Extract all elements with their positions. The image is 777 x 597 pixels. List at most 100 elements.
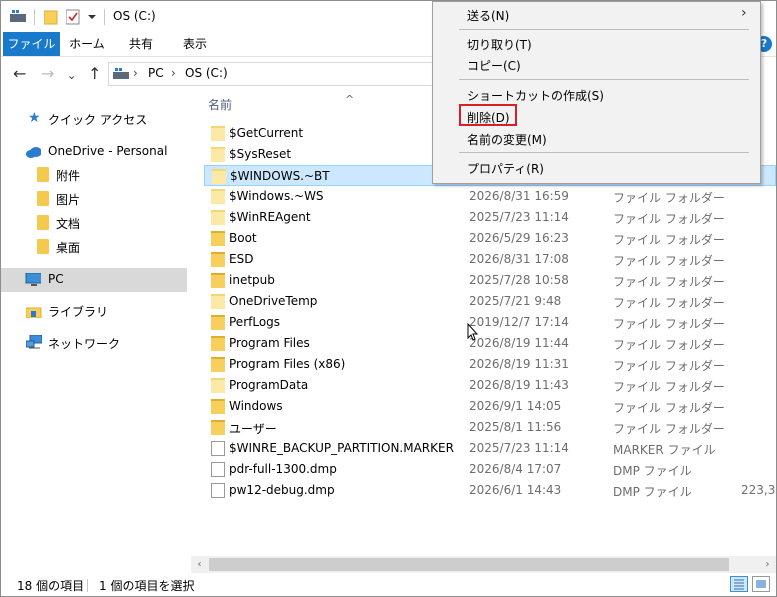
folder-icon: [211, 336, 225, 351]
sidebar-item-quick-access[interactable]: ★ クイック アクセス: [1, 107, 187, 131]
sidebar-item-pc[interactable]: PC: [1, 268, 187, 292]
table-row[interactable]: inetpub 2025/7/28 10:58 ファイル フォルダー: [204, 270, 776, 291]
breadcrumb-pc[interactable]: PC: [148, 66, 164, 80]
breadcrumb-drive[interactable]: OS (C:): [185, 66, 228, 80]
folder-icon: [37, 239, 49, 254]
menu-item-cut[interactable]: 切り取り(T): [433, 32, 760, 54]
folder-icon: [211, 273, 225, 288]
title-separator: [104, 9, 105, 25]
file-name: $WINDOWS.~BT: [230, 169, 330, 183]
table-row[interactable]: $WINRE_BACKUP_PARTITION.MARKER 2025/7/23 …: [204, 438, 776, 459]
tab-home[interactable]: ホーム: [65, 32, 109, 56]
folder-icon: [37, 167, 49, 182]
table-row[interactable]: $WinREAgent 2025/7/23 11:14 ファイル フォルダー: [204, 207, 776, 228]
file-name: $WINRE_BACKUP_PARTITION.MARKER: [229, 441, 454, 455]
back-icon[interactable]: ←: [13, 64, 26, 84]
file-name: OneDriveTemp: [229, 294, 318, 308]
sidebar-item-label: 桌面: [56, 241, 81, 255]
forward-icon[interactable]: →: [41, 64, 54, 84]
horizontal-scrollbar[interactable]: ‹ ›: [191, 556, 776, 573]
chevron-right-icon[interactable]: ›: [133, 66, 138, 80]
file-icon: [211, 483, 225, 498]
file-icon: [211, 441, 225, 456]
chevron-right-icon[interactable]: ›: [171, 66, 176, 80]
folder-icon[interactable]: [44, 9, 58, 25]
folder-icon: [211, 315, 225, 330]
file-date: 2026/8/19 11:31: [469, 357, 569, 371]
properties-icon[interactable]: [66, 9, 80, 25]
table-row[interactable]: Boot 2026/5/29 16:23 ファイル フォルダー: [204, 228, 776, 249]
table-row[interactable]: $Windows.~WS 2026/8/31 16:59 ファイル フォルダー: [204, 186, 776, 207]
tab-share[interactable]: 共有: [119, 32, 163, 56]
scrollbar-thumb[interactable]: [209, 558, 729, 571]
tab-file[interactable]: ファイル: [3, 32, 60, 56]
details-view-icon[interactable]: [730, 576, 748, 592]
file-name: Boot: [229, 231, 257, 245]
file-date: 2026/8/31 17:08: [469, 252, 569, 266]
sidebar-item-documents[interactable]: 文档: [1, 211, 187, 235]
file-name: PerfLogs: [229, 315, 281, 329]
table-row[interactable]: pdr-full-1300.dmp 2026/8/4 17:07 DMP ファイル: [204, 459, 776, 480]
file-date: 2026/8/31 16:59: [469, 189, 569, 203]
column-header-label: 名前: [208, 98, 233, 112]
sidebar-item-label: クイック アクセス: [48, 113, 148, 127]
sidebar-item-onedrive[interactable]: OneDrive - Personal: [1, 140, 187, 164]
sort-ascending-icon: ^: [345, 93, 355, 106]
library-icon: [26, 307, 42, 318]
tab-view[interactable]: 表示: [173, 32, 217, 56]
sidebar-item-label: OneDrive - Personal: [48, 144, 168, 158]
up-icon[interactable]: ↑: [88, 64, 101, 84]
menu-item-properties[interactable]: プロパティ(R): [433, 156, 760, 178]
table-row[interactable]: ユーザー 2025/8/1 11:56 ファイル フォルダー: [204, 417, 776, 438]
file-name: $Windows.~WS: [229, 189, 324, 203]
menu-item-rename[interactable]: 名前の変更(M): [433, 127, 760, 149]
sidebar-item-desktop[interactable]: 桌面: [1, 235, 187, 259]
sidebar-item-label: ネットワーク: [48, 337, 121, 351]
file-type: ファイル フォルダー: [613, 359, 725, 373]
table-row[interactable]: PerfLogs 2019/12/7 17:14 ファイル フォルダー: [204, 312, 776, 333]
file-type: MARKER ファイル: [613, 443, 716, 457]
table-row[interactable]: ESD 2026/8/31 17:08 ファイル フォルダー: [204, 249, 776, 270]
file-type: ファイル フォルダー: [613, 191, 725, 205]
file-type: ファイル フォルダー: [613, 233, 725, 247]
file-date: 2026/9/1 14:05: [469, 399, 562, 413]
folder-icon: [211, 210, 225, 225]
menu-item-label: コピー(C): [467, 59, 521, 73]
table-row[interactable]: pw12-debug.dmp 2026/6/1 14:43 DMP ファイル 223,…: [204, 480, 776, 501]
large-icons-view-icon[interactable]: [752, 576, 770, 592]
file-type: ファイル フォルダー: [613, 254, 725, 268]
sidebar-item-label: PC: [48, 272, 64, 286]
table-row[interactable]: Windows 2026/9/1 14:05 ファイル フォルダー: [204, 396, 776, 417]
recent-locations-icon[interactable]: ⌄: [67, 66, 76, 86]
menu-item-copy[interactable]: コピー(C): [433, 53, 760, 75]
drive-icon: [113, 68, 129, 79]
folder-icon: [211, 420, 225, 435]
network-icon: [26, 335, 42, 349]
sidebar-item-pictures[interactable]: 图片: [1, 187, 187, 211]
table-row[interactable]: ProgramData 2026/8/19 11:43 ファイル フォルダー: [204, 375, 776, 396]
file-date: 2026/8/4 17:07: [469, 462, 562, 476]
file-date: 2026/5/29 16:23: [469, 231, 569, 245]
table-row[interactable]: Program Files 2026/8/19 11:44 ファイル フォルダー: [204, 333, 776, 354]
address-bar[interactable]: › PC › OS (C:): [108, 62, 440, 86]
sidebar-item-network[interactable]: ネットワーク: [1, 331, 187, 355]
menu-item-create-shortcut[interactable]: ショートカットの作成(S): [433, 83, 760, 105]
file-name: ProgramData: [229, 378, 309, 392]
table-row[interactable]: Program Files (x86) 2026/8/19 11:31 ファイル フ…: [204, 354, 776, 375]
file-name: ユーザー: [229, 422, 277, 436]
scroll-right-icon[interactable]: ›: [759, 556, 776, 573]
file-type: ファイル フォルダー: [613, 296, 725, 310]
file-date: 2025/8/1 11:56: [469, 420, 562, 434]
file-type: ファイル フォルダー: [613, 317, 725, 331]
file-type: DMP ファイル: [613, 485, 692, 499]
chevron-right-icon: ›: [741, 5, 747, 21]
status-separator: [87, 579, 88, 592]
menu-item-send-to[interactable]: 送る(N) ›: [433, 3, 760, 25]
sidebar-item-libraries[interactable]: ライブラリ: [1, 299, 187, 323]
sidebar-item-attachments[interactable]: 附件: [1, 163, 187, 187]
menu-item-label: 送る(N): [467, 9, 510, 23]
chevron-down-icon[interactable]: [87, 12, 97, 22]
table-row[interactable]: OneDriveTemp 2025/7/21 9:48 ファイル フォルダー: [204, 291, 776, 312]
column-header-name[interactable]: 名前 ^: [208, 93, 354, 113]
scroll-left-icon[interactable]: ‹: [191, 556, 208, 573]
